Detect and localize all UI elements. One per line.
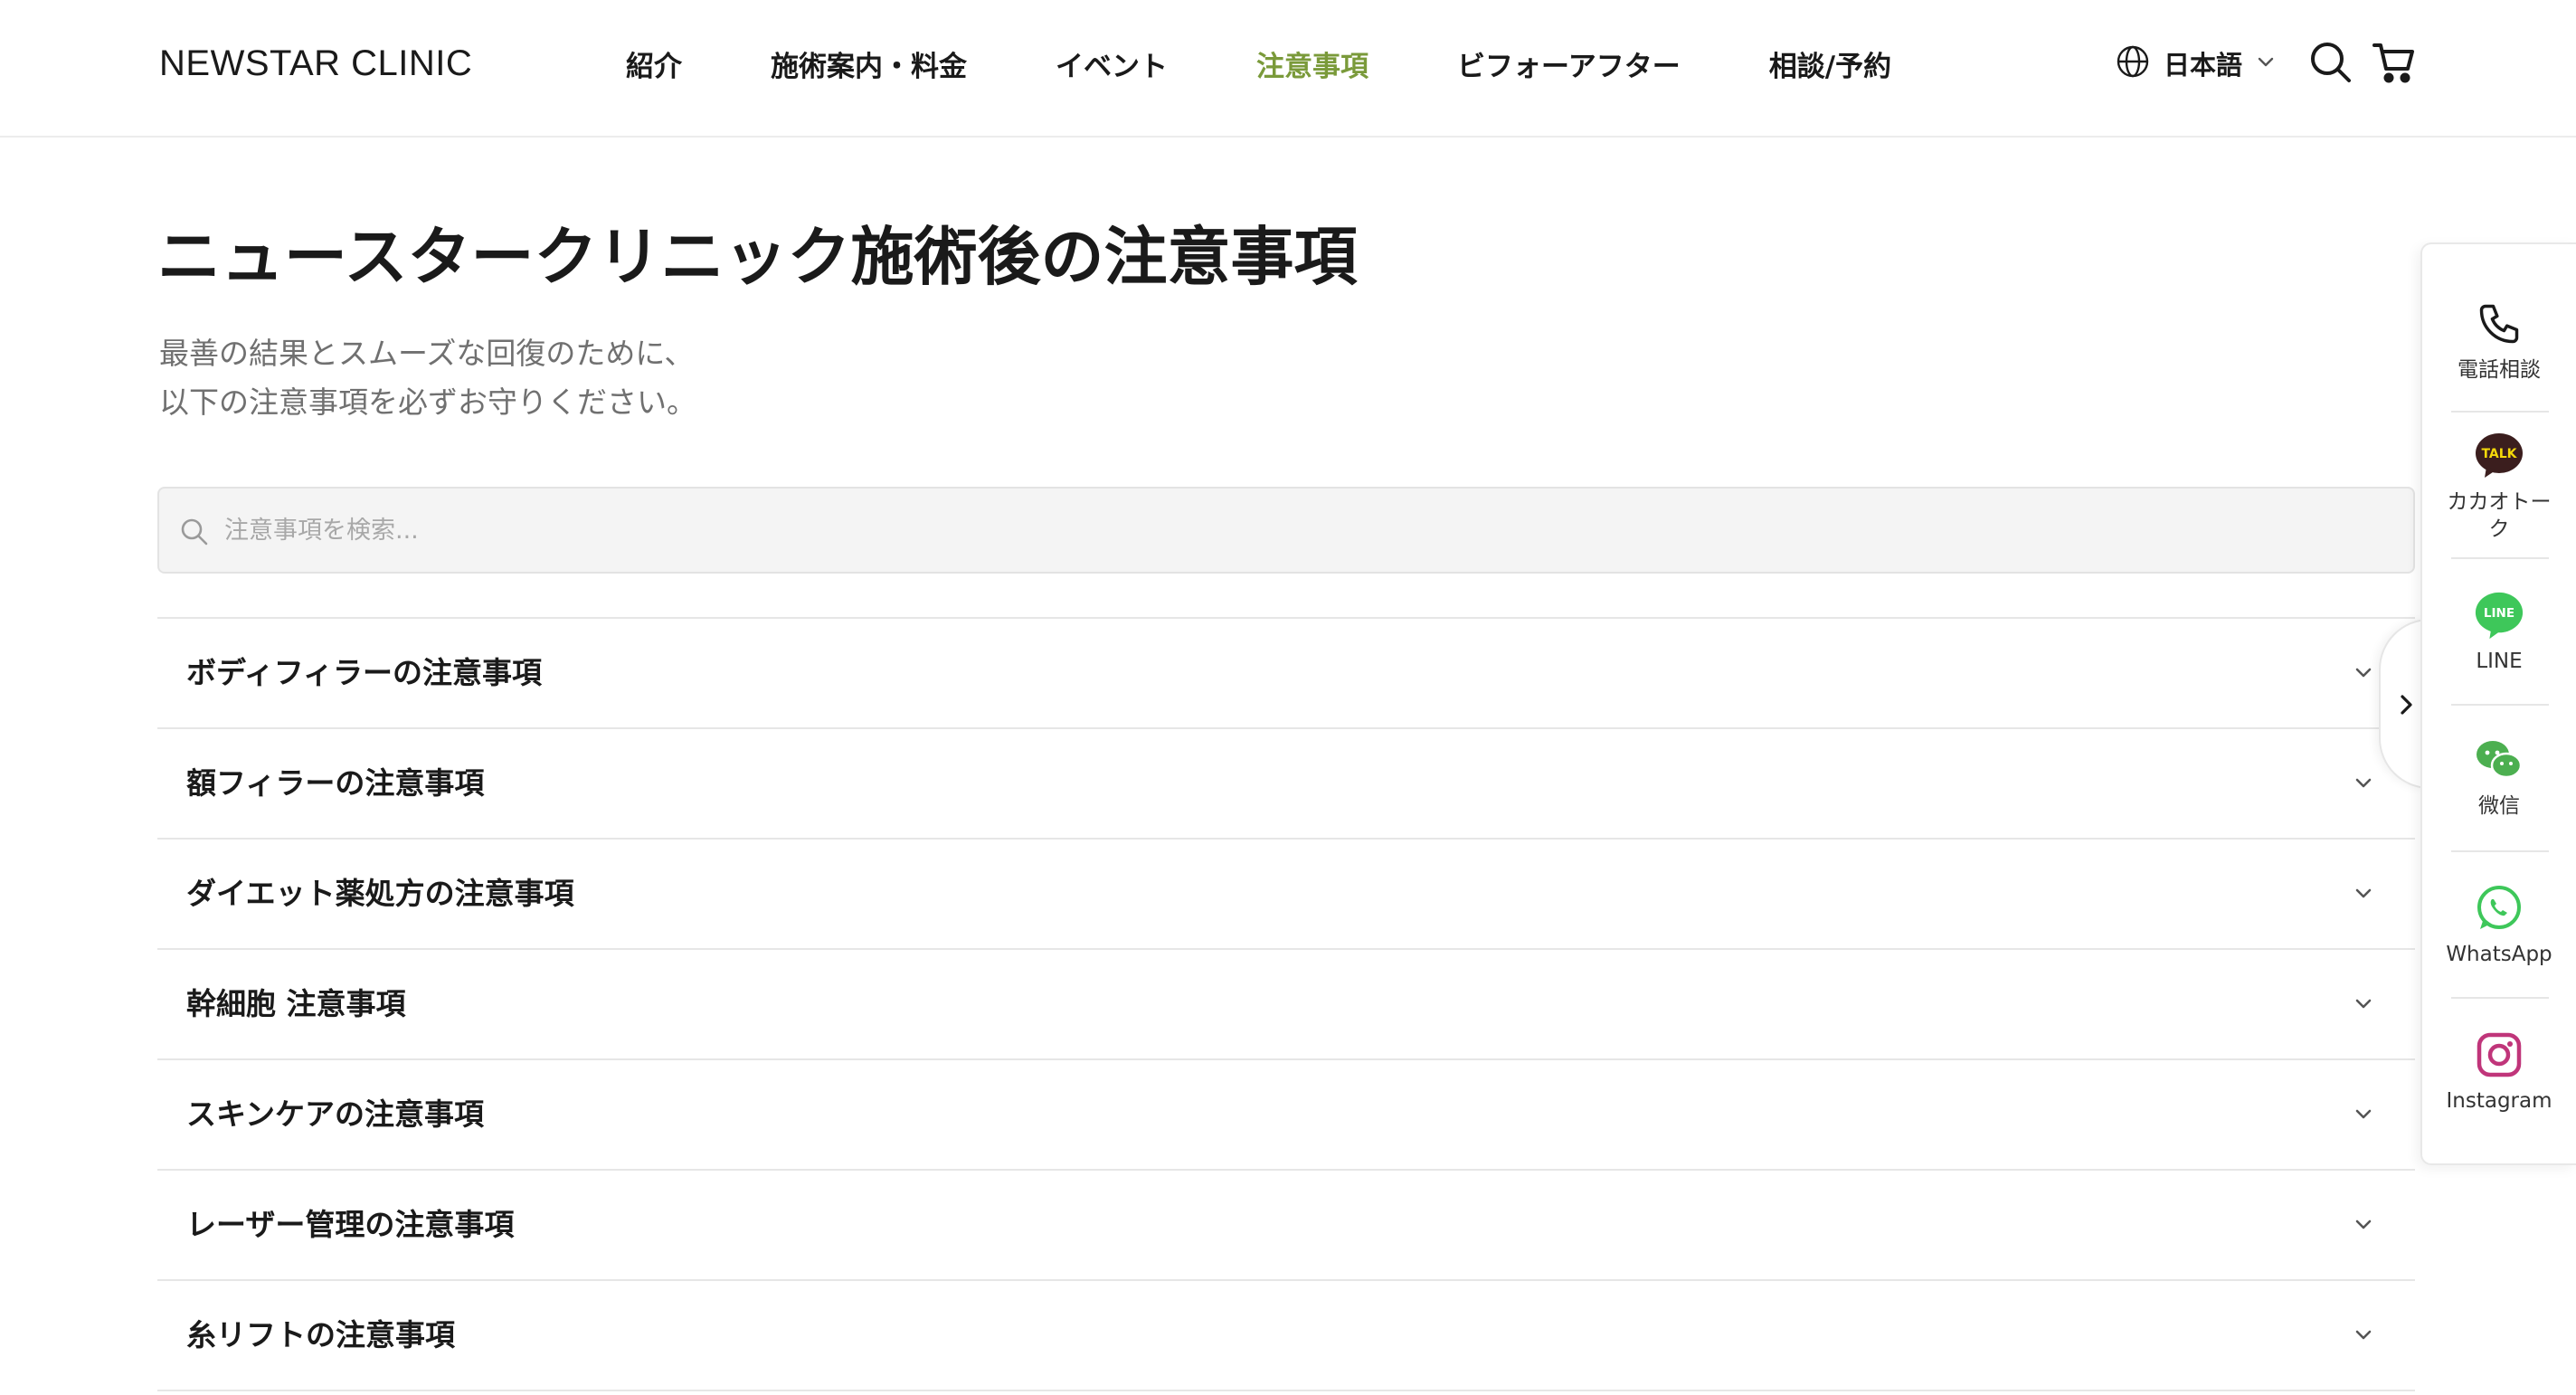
accordion-label: ダイエット薬処方の注意事項 xyxy=(186,876,574,911)
site-header: NEWSTAR CLINIC 紹介 施術案内・料金 イベント 注意事項 ビフォー… xyxy=(0,0,2576,138)
search-icon xyxy=(179,517,210,547)
nav-item-treatments-pricing[interactable]: 施術案内・料金 xyxy=(771,43,967,84)
accordion-label: 幹細胞 注意事項 xyxy=(186,986,406,1021)
accordion-item-laser[interactable]: レーザー管理の注意事項 xyxy=(157,1171,2415,1281)
search-icon[interactable] xyxy=(2308,40,2353,85)
accordion-label: スキンケアの注意事項 xyxy=(186,1096,485,1132)
chevron-down-icon xyxy=(2355,999,2372,1009)
language-selector[interactable]: 日本語 xyxy=(2115,43,2277,83)
side-item-label: WhatsApp xyxy=(2446,943,2552,966)
nav-item-before-after[interactable]: ビフォーアフター xyxy=(1457,43,1681,84)
chevron-down-icon xyxy=(2355,1109,2372,1119)
accordion-item-skincare[interactable]: スキンケアの注意事項 xyxy=(157,1060,2415,1171)
contact-instagram[interactable]: Instagram xyxy=(2422,1030,2576,1115)
nav-item-consult-booking[interactable]: 相談/予約 xyxy=(1769,43,1891,84)
search-input[interactable] xyxy=(224,489,2377,572)
chevron-down-icon xyxy=(2355,778,2372,788)
side-item-label: Instagram xyxy=(2446,1089,2552,1113)
accordion-item-body-filler[interactable]: ボディフィラーの注意事項 xyxy=(157,619,2415,729)
contact-wechat[interactable]: 微信 xyxy=(2422,735,2576,820)
divider xyxy=(2451,557,2549,559)
precautions-accordion: ボディフィラーの注意事項 額フィラーの注意事項 ダイエット薬処方の注意事項 幹細… xyxy=(157,617,2415,1391)
accordion-label: 額フィラーの注意事項 xyxy=(186,765,485,801)
side-item-label: 微信 xyxy=(2478,794,2520,818)
subtitle-line: 以下の注意事項を必ずお守りください。 xyxy=(159,384,696,420)
side-item-label: カカオトーク xyxy=(2447,490,2552,541)
subtitle-line: 最善の結果とスムーズな回復のために、 xyxy=(159,336,695,371)
nav-item-intro[interactable]: 紹介 xyxy=(626,43,682,84)
chevron-down-icon xyxy=(2355,1330,2372,1340)
svg-text:LINE: LINE xyxy=(2484,606,2514,621)
nav-item-precautions[interactable]: 注意事項 xyxy=(1256,43,1368,84)
page-subtitle: 最善の結果とスムーズな回復のために、 以下の注意事項を必ずお守りください。 xyxy=(159,329,696,427)
cart-icon[interactable] xyxy=(2372,40,2417,85)
instagram-icon xyxy=(2474,1030,2524,1080)
phone-icon xyxy=(2474,299,2524,349)
chevron-down-icon xyxy=(2355,888,2372,898)
divider xyxy=(2451,850,2549,852)
globe-icon xyxy=(2115,43,2151,83)
clinic-logo[interactable]: NEWSTAR CLINIC xyxy=(159,42,472,85)
chevron-right-icon xyxy=(2401,695,2412,715)
wechat-icon xyxy=(2474,735,2524,785)
accordion-item-forehead-filler[interactable]: 額フィラーの注意事項 xyxy=(157,729,2415,840)
chevron-down-icon xyxy=(2255,51,2277,76)
contact-line[interactable]: LINE LINE xyxy=(2422,590,2576,675)
main-nav: 紹介 施術案内・料金 イベント 注意事項 ビフォーアフター 相談/予約 xyxy=(626,40,1891,87)
accordion-label: 糸リフトの注意事項 xyxy=(186,1317,455,1352)
contact-kakaotalk[interactable]: TALK カカオトーク xyxy=(2422,431,2576,543)
divider xyxy=(2451,411,2549,413)
contact-whatsapp[interactable]: WhatsApp xyxy=(2422,883,2576,968)
language-label: 日本語 xyxy=(2164,50,2243,81)
contact-side-panel: 電話相談 TALK カカオトーク LINE LINE 微信 WhatsApp I… xyxy=(2420,242,2576,1165)
precautions-search-box xyxy=(157,487,2415,574)
divider xyxy=(2451,997,2549,999)
line-icon: LINE xyxy=(2474,590,2524,641)
divider xyxy=(2451,704,2549,706)
kakaotalk-icon: TALK xyxy=(2474,431,2524,481)
chevron-down-icon xyxy=(2355,668,2372,678)
contact-phone[interactable]: 電話相談 xyxy=(2422,299,2576,384)
side-item-label: LINE xyxy=(2476,650,2523,673)
accordion-item-thread-lift[interactable]: 糸リフトの注意事項 xyxy=(157,1281,2415,1391)
accordion-label: ボディフィラーの注意事項 xyxy=(186,655,543,690)
svg-text:TALK: TALK xyxy=(2481,447,2517,461)
whatsapp-icon xyxy=(2474,883,2524,934)
accordion-item-stem-cell[interactable]: 幹細胞 注意事項 xyxy=(157,950,2415,1060)
side-item-label: 電話相談 xyxy=(2458,358,2541,382)
chevron-down-icon xyxy=(2355,1219,2372,1229)
page-title: ニュースタークリニック施術後の注意事項 xyxy=(157,220,1358,294)
accordion-item-diet-prescription[interactable]: ダイエット薬処方の注意事項 xyxy=(157,840,2415,950)
nav-item-events[interactable]: イベント xyxy=(1056,43,1168,84)
accordion-label: レーザー管理の注意事項 xyxy=(186,1207,515,1242)
